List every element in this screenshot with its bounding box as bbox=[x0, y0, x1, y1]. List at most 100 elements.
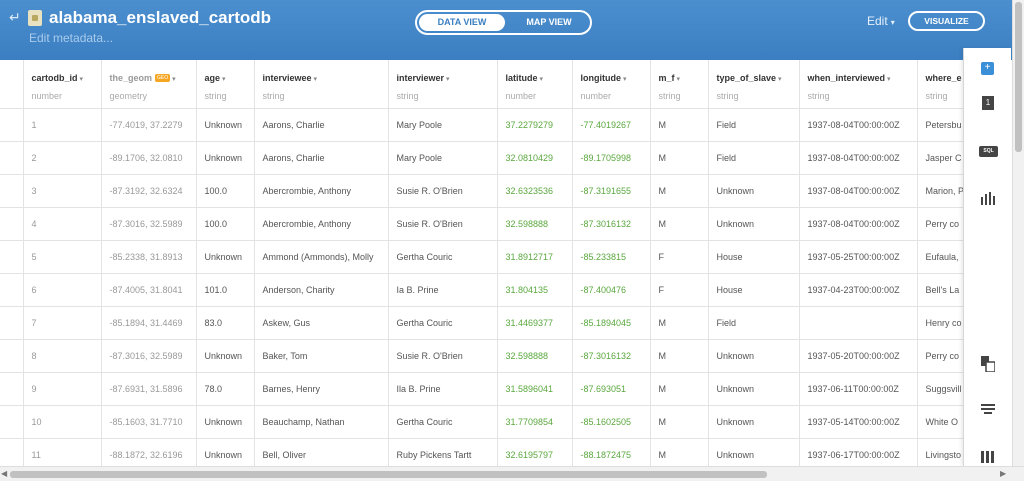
cell-latitude[interactable]: 31.5896041 bbox=[497, 372, 573, 406]
table-row[interactable]: 7 -85.1894, 31.4469 83.0 Askew, Gus Gertha C… bbox=[0, 306, 963, 340]
cell-age[interactable]: 78.0 bbox=[196, 372, 255, 406]
cell-age[interactable]: Unknown bbox=[196, 438, 255, 466]
cell-m-f[interactable]: M bbox=[650, 438, 709, 466]
cell-latitude[interactable]: 31.4469377 bbox=[497, 306, 573, 340]
cell-cartodb-id[interactable]: 5 bbox=[23, 240, 102, 274]
column-header-type-of-slave[interactable]: type_of_slave ▾ string bbox=[708, 60, 800, 109]
cell-when-interviewed[interactable] bbox=[799, 306, 918, 340]
cell-type-of-slave[interactable]: Unknown bbox=[708, 174, 800, 208]
cell-cartodb-id[interactable]: 9 bbox=[23, 372, 102, 406]
chevron-down-icon[interactable]: ▾ bbox=[222, 76, 226, 83]
cell-interviewer[interactable]: Susie R. O'Brien bbox=[388, 207, 498, 241]
cell-age[interactable]: 100.0 bbox=[196, 174, 255, 208]
chevron-down-icon[interactable]: ▾ bbox=[314, 76, 318, 83]
cell-type-of-slave[interactable]: Field bbox=[708, 141, 800, 175]
cell-where-e[interactable]: Eufaula, bbox=[917, 240, 963, 274]
cell-m-f[interactable]: M bbox=[650, 141, 709, 175]
row-gutter[interactable] bbox=[0, 207, 24, 241]
cell-interviewee[interactable]: Aarons, Charlie bbox=[254, 141, 389, 175]
cell-interviewer[interactable]: Mary Poole bbox=[388, 108, 498, 142]
table-row[interactable]: 2 -89.1706, 32.0810 Unknown Aarons, Charlie… bbox=[0, 141, 963, 175]
cell-interviewer[interactable]: Ia B. Prine bbox=[388, 273, 498, 307]
cell-cartodb-id[interactable]: 3 bbox=[23, 174, 102, 208]
chevron-down-icon[interactable]: ▾ bbox=[623, 76, 627, 83]
cell-m-f[interactable]: M bbox=[650, 306, 709, 340]
cell-cartodb-id[interactable]: 11 bbox=[23, 438, 102, 466]
cell-when-interviewed[interactable]: 1937-04-23T00:00:00Z bbox=[799, 273, 918, 307]
cell-type-of-slave[interactable]: Unknown bbox=[708, 372, 800, 406]
row-gutter[interactable] bbox=[0, 141, 24, 175]
cell-interviewee[interactable]: Beauchamp, Nathan bbox=[254, 405, 389, 439]
cell-cartodb-id[interactable]: 10 bbox=[23, 405, 102, 439]
scroll-right-arrow-icon[interactable]: ▶ bbox=[1000, 469, 1006, 478]
chevron-down-icon[interactable]: ▾ bbox=[446, 76, 450, 83]
cell-age[interactable]: 100.0 bbox=[196, 207, 255, 241]
cell-cartodb-id[interactable]: 6 bbox=[23, 273, 102, 307]
cell-the-geom[interactable]: -87.4005, 31.8041 bbox=[101, 273, 197, 307]
cell-longitude[interactable]: -87.693051 bbox=[572, 372, 651, 406]
cell-age[interactable]: Unknown bbox=[196, 141, 255, 175]
cell-interviewee[interactable]: Abercrombie, Anthony bbox=[254, 207, 389, 241]
chevron-down-icon[interactable]: ▾ bbox=[887, 76, 891, 83]
cell-longitude[interactable]: -88.1872475 bbox=[572, 438, 651, 466]
row-gutter[interactable] bbox=[0, 306, 24, 340]
cell-type-of-slave[interactable]: Field bbox=[708, 306, 800, 340]
cell-cartodb-id[interactable]: 2 bbox=[23, 141, 102, 175]
cell-longitude[interactable]: -89.1705998 bbox=[572, 141, 651, 175]
column-header-latitude[interactable]: latitude ▾ number bbox=[497, 60, 573, 109]
cell-interviewer[interactable]: Susie R. O'Brien bbox=[388, 174, 498, 208]
cell-age[interactable]: Unknown bbox=[196, 108, 255, 142]
row-gutter[interactable] bbox=[0, 273, 24, 307]
sql-icon[interactable]: SQL bbox=[979, 146, 998, 157]
horizontal-scrollbar-thumb[interactable] bbox=[10, 471, 767, 478]
cell-where-e[interactable]: Henry co bbox=[917, 306, 963, 340]
cell-the-geom[interactable]: -85.1894, 31.4469 bbox=[101, 306, 197, 340]
cell-m-f[interactable]: F bbox=[650, 240, 709, 274]
cell-interviewee[interactable]: Askew, Gus bbox=[254, 306, 389, 340]
column-header-the-geom[interactable]: the_geom GEO ▾ geometry bbox=[101, 60, 197, 109]
cell-interviewee[interactable]: Barnes, Henry bbox=[254, 372, 389, 406]
cell-latitude[interactable]: 31.804135 bbox=[497, 273, 573, 307]
cell-interviewer[interactable]: Ila B. Prine bbox=[388, 372, 498, 406]
column-header-interviewer[interactable]: interviewer ▾ string bbox=[388, 60, 498, 109]
scroll-left-arrow-icon[interactable]: ◀ bbox=[1, 469, 7, 478]
back-arrow-icon[interactable]: ↵ bbox=[9, 9, 21, 26]
cell-when-interviewed[interactable]: 1937-05-25T00:00:00Z bbox=[799, 240, 918, 274]
cell-when-interviewed[interactable]: 1937-08-04T00:00:00Z bbox=[799, 174, 918, 208]
cell-cartodb-id[interactable]: 1 bbox=[23, 108, 102, 142]
chevron-down-icon[interactable]: ▾ bbox=[677, 76, 681, 83]
cell-where-e[interactable]: Jasper C bbox=[917, 141, 963, 175]
chevron-down-icon[interactable]: ▾ bbox=[172, 76, 176, 83]
cell-where-e[interactable]: Petersbu bbox=[917, 108, 963, 142]
cell-latitude[interactable]: 31.7709854 bbox=[497, 405, 573, 439]
cell-longitude[interactable]: -87.3016132 bbox=[572, 207, 651, 241]
cell-age[interactable]: Unknown bbox=[196, 405, 255, 439]
cell-latitude[interactable]: 32.598888 bbox=[497, 207, 573, 241]
row-gutter[interactable] bbox=[0, 108, 24, 142]
cell-when-interviewed[interactable]: 1937-06-11T00:00:00Z bbox=[799, 372, 918, 406]
cell-the-geom[interactable]: -85.2338, 31.8913 bbox=[101, 240, 197, 274]
cell-where-e[interactable]: Livingsto bbox=[917, 438, 963, 466]
cell-where-e[interactable]: White O bbox=[917, 405, 963, 439]
add-row-icon[interactable]: + bbox=[981, 62, 994, 75]
table-row[interactable]: 8 -87.3016, 32.5989 Unknown Baker, Tom Susie… bbox=[0, 339, 963, 373]
horizontal-scrollbar[interactable]: ◀ ▶ bbox=[0, 466, 1024, 481]
cell-interviewer[interactable]: Susie R. O'Brien bbox=[388, 339, 498, 373]
cell-when-interviewed[interactable]: 1937-06-17T00:00:00Z bbox=[799, 438, 918, 466]
column-header-cartodb-id[interactable]: cartodb_id ▾ number bbox=[23, 60, 102, 109]
cell-where-e[interactable]: Bell's La bbox=[917, 273, 963, 307]
table-row[interactable]: 1 -77.4019, 37.2279 Unknown Aarons, Charlie… bbox=[0, 108, 963, 142]
cell-the-geom[interactable]: -87.6931, 31.5896 bbox=[101, 372, 197, 406]
cell-m-f[interactable]: M bbox=[650, 108, 709, 142]
cell-m-f[interactable]: M bbox=[650, 339, 709, 373]
tab-data-view[interactable]: DATA VIEW bbox=[419, 14, 505, 31]
cell-longitude[interactable]: -77.4019267 bbox=[572, 108, 651, 142]
column-header-longitude[interactable]: longitude ▾ number bbox=[572, 60, 651, 109]
cell-interviewer[interactable]: Ruby Pickens Tartt bbox=[388, 438, 498, 466]
cell-interviewer[interactable]: Gertha Couric bbox=[388, 306, 498, 340]
chevron-down-icon[interactable]: ▾ bbox=[80, 76, 84, 83]
cell-m-f[interactable]: M bbox=[650, 174, 709, 208]
cell-the-geom[interactable]: -88.1872, 32.6196 bbox=[101, 438, 197, 466]
cell-interviewer[interactable]: Gertha Couric bbox=[388, 240, 498, 274]
cell-cartodb-id[interactable]: 8 bbox=[23, 339, 102, 373]
